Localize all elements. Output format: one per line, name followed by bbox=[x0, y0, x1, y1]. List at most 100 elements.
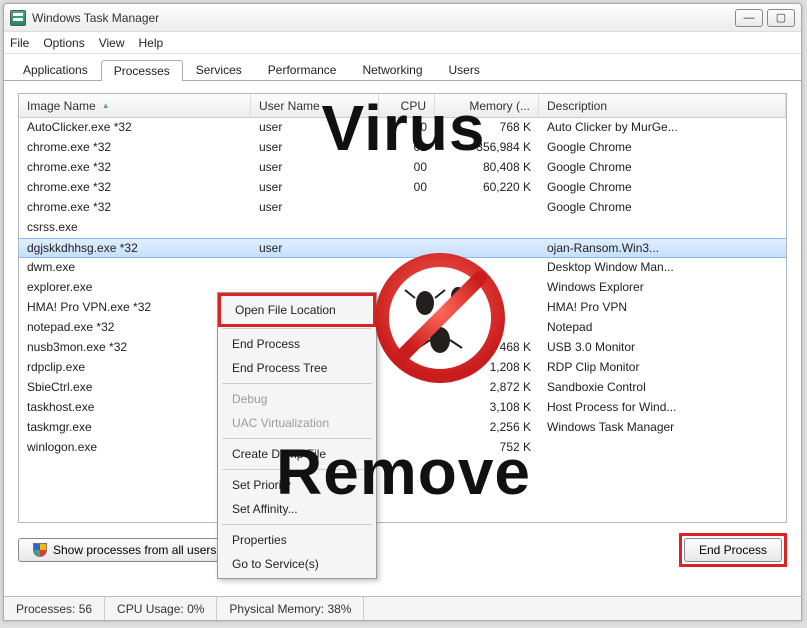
table-row[interactable]: dgjskkdhhsg.exe *32userojan-Ransom.Win3.… bbox=[19, 238, 786, 258]
tab-processes[interactable]: Processes bbox=[101, 60, 183, 81]
cell-user: user bbox=[251, 239, 379, 257]
tab-users[interactable]: Users bbox=[436, 59, 493, 80]
end-process-button[interactable]: End Process bbox=[684, 538, 782, 562]
cell-description: Windows Explorer bbox=[539, 278, 786, 298]
cell-description: Notepad bbox=[539, 318, 786, 338]
menu-view[interactable]: View bbox=[99, 36, 125, 50]
tab-networking[interactable]: Networking bbox=[349, 59, 435, 80]
ctx-separator bbox=[222, 383, 372, 384]
cell-image: chrome.exe *32 bbox=[19, 198, 251, 218]
cell-description: USB 3.0 Monitor bbox=[539, 338, 786, 358]
table-row[interactable]: rdpclip.exe1,208 KRDP Clip Monitor bbox=[19, 358, 786, 378]
cell-user: user bbox=[251, 138, 379, 158]
ctx-create-dump[interactable]: Create Dump File bbox=[220, 442, 374, 466]
cell-memory bbox=[435, 278, 539, 298]
table-row[interactable]: winlogon.exe752 K bbox=[19, 438, 786, 458]
table-row[interactable]: chrome.exe *32user0080,408 KGoogle Chrom… bbox=[19, 158, 786, 178]
cell-memory: 356,984 K bbox=[435, 138, 539, 158]
cell-description: Auto Clicker by MurGe... bbox=[539, 118, 786, 138]
cell-memory bbox=[435, 258, 539, 278]
statusbar: Processes: 56 CPU Usage: 0% Physical Mem… bbox=[4, 596, 801, 620]
cell-memory bbox=[435, 298, 539, 318]
cell-cpu: 00 bbox=[379, 118, 435, 138]
ctx-set-affinity[interactable]: Set Affinity... bbox=[220, 497, 374, 521]
ctx-separator bbox=[222, 469, 372, 470]
cell-description bbox=[539, 218, 786, 238]
table-row[interactable]: taskmgr.exe2,256 KWindows Task Manager bbox=[19, 418, 786, 438]
uac-shield-icon bbox=[33, 543, 47, 557]
cell-description: Google Chrome bbox=[539, 158, 786, 178]
menu-options[interactable]: Options bbox=[43, 36, 84, 50]
cell-description: Google Chrome bbox=[539, 178, 786, 198]
menu-help[interactable]: Help bbox=[139, 36, 164, 50]
col-header-user[interactable]: User Name bbox=[251, 94, 379, 117]
ctx-end-process-tree[interactable]: End Process Tree bbox=[220, 356, 374, 380]
col-header-memory[interactable]: Memory (... bbox=[435, 94, 539, 117]
cell-cpu bbox=[379, 239, 435, 257]
ctx-goto-service[interactable]: Go to Service(s) bbox=[220, 552, 374, 576]
cell-image: chrome.exe *32 bbox=[19, 158, 251, 178]
cell-memory: 752 K bbox=[435, 438, 539, 458]
cell-image: csrss.exe bbox=[19, 218, 251, 238]
process-list: Image Name▲ User Name CPU Memory (... De… bbox=[18, 93, 787, 523]
cell-description: Google Chrome bbox=[539, 198, 786, 218]
open-location-highlight: Open File Location bbox=[218, 293, 376, 327]
tab-services[interactable]: Services bbox=[183, 59, 255, 80]
table-row[interactable]: notepad.exe *32Notepad bbox=[19, 318, 786, 338]
table-row[interactable]: chrome.exe *32user01356,984 KGoogle Chro… bbox=[19, 138, 786, 158]
col-header-cpu[interactable]: CPU bbox=[379, 94, 435, 117]
cell-cpu bbox=[379, 358, 435, 378]
table-row[interactable]: AutoClicker.exe *32user00768 KAuto Click… bbox=[19, 118, 786, 138]
tab-performance[interactable]: Performance bbox=[255, 59, 350, 80]
ctx-set-priority[interactable]: Set Priority bbox=[220, 473, 374, 497]
ctx-end-process[interactable]: End Process bbox=[220, 332, 374, 356]
cell-memory: 60,220 K bbox=[435, 178, 539, 198]
col-header-description[interactable]: Description bbox=[539, 94, 786, 117]
table-row[interactable]: dwm.exe Desktop Window Man... bbox=[19, 258, 786, 278]
table-row[interactable]: SbieCtrl.exe2,872 KSandboxie Control bbox=[19, 378, 786, 398]
titlebar[interactable]: Windows Task Manager — ▢ bbox=[4, 4, 801, 32]
tab-applications[interactable]: Applications bbox=[10, 59, 101, 80]
list-header: Image Name▲ User Name CPU Memory (... De… bbox=[19, 94, 786, 118]
table-row[interactable]: csrss.exe bbox=[19, 218, 786, 238]
table-row[interactable]: chrome.exe *32user Google Chrome bbox=[19, 198, 786, 218]
cell-cpu bbox=[379, 418, 435, 438]
cell-cpu: 00 bbox=[379, 178, 435, 198]
col-header-image[interactable]: Image Name▲ bbox=[19, 94, 251, 117]
list-body[interactable]: AutoClicker.exe *32user00768 KAuto Click… bbox=[19, 118, 786, 458]
cell-memory bbox=[435, 239, 539, 257]
maximize-button[interactable]: ▢ bbox=[767, 9, 795, 27]
cell-description: Sandboxie Control bbox=[539, 378, 786, 398]
cell-description: Windows Task Manager bbox=[539, 418, 786, 438]
end-process-highlight: End Process bbox=[679, 533, 787, 567]
task-manager-window: Windows Task Manager — ▢ File Options Vi… bbox=[3, 3, 802, 621]
cell-image: dwm.exe bbox=[19, 258, 251, 278]
cell-memory bbox=[435, 218, 539, 238]
ctx-separator bbox=[222, 438, 372, 439]
cell-description: HMA! Pro VPN bbox=[539, 298, 786, 318]
minimize-button[interactable]: — bbox=[735, 9, 763, 27]
content-area: Image Name▲ User Name CPU Memory (... De… bbox=[4, 81, 801, 591]
cell-memory: 768 K bbox=[435, 118, 539, 138]
window-title: Windows Task Manager bbox=[32, 11, 735, 25]
ctx-open-file-location[interactable]: Open File Location bbox=[223, 298, 371, 322]
ctx-properties[interactable]: Properties bbox=[220, 528, 374, 552]
cell-description: Desktop Window Man... bbox=[539, 258, 786, 278]
cell-cpu: 01 bbox=[379, 138, 435, 158]
cell-cpu bbox=[379, 398, 435, 418]
status-memory: Physical Memory: 38% bbox=[217, 597, 364, 620]
show-all-users-button[interactable]: Show processes from all users bbox=[18, 538, 231, 562]
table-row[interactable]: HMA! Pro VPN.exe *32HMA! Pro VPN bbox=[19, 298, 786, 318]
cell-cpu bbox=[379, 278, 435, 298]
cell-user: user bbox=[251, 198, 379, 218]
table-row[interactable]: explorer.exeWindows Explorer bbox=[19, 278, 786, 298]
cell-memory: 468 K bbox=[435, 338, 539, 358]
ctx-separator bbox=[222, 524, 372, 525]
table-row[interactable]: nusb3mon.exe *32468 KUSB 3.0 Monitor bbox=[19, 338, 786, 358]
table-row[interactable]: taskhost.exe3,108 KHost Process for Wind… bbox=[19, 398, 786, 418]
table-row[interactable]: chrome.exe *32user0060,220 KGoogle Chrom… bbox=[19, 178, 786, 198]
cell-cpu bbox=[379, 258, 435, 278]
menu-file[interactable]: File bbox=[10, 36, 29, 50]
menubar: File Options View Help bbox=[4, 32, 801, 54]
cell-description bbox=[539, 438, 786, 458]
